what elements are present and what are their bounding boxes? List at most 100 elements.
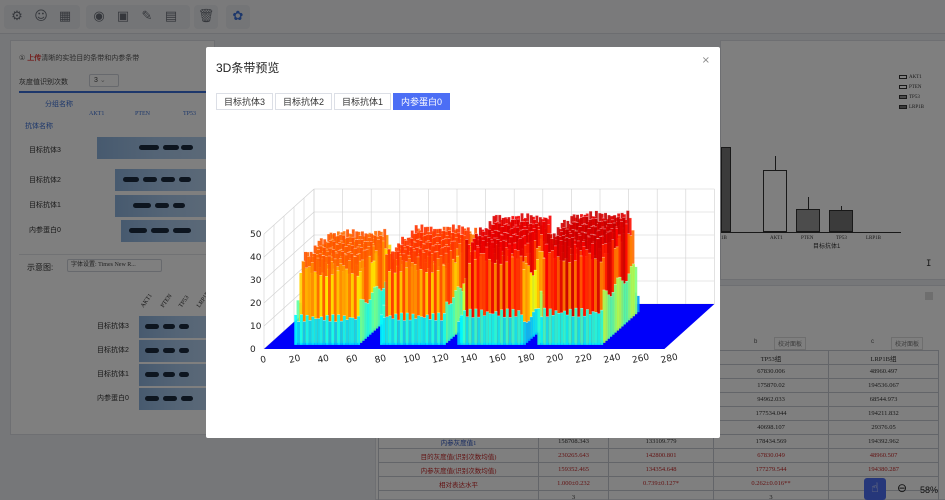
z-tick-label: 30 bbox=[250, 276, 262, 286]
surface-cell bbox=[354, 319, 358, 345]
surface-cell bbox=[580, 308, 584, 345]
surface-cell bbox=[588, 314, 592, 345]
surface-cell bbox=[320, 316, 323, 345]
z-tick-label: 50 bbox=[250, 230, 262, 240]
surface-cell bbox=[460, 315, 464, 345]
surface-cell bbox=[568, 309, 572, 345]
x-tick-label: 60 bbox=[345, 354, 359, 366]
surface-cell bbox=[488, 313, 492, 345]
surface-cell bbox=[537, 308, 541, 345]
surface-cell bbox=[425, 314, 429, 345]
x-tick-label: 40 bbox=[317, 354, 331, 366]
surface-cell bbox=[328, 321, 332, 345]
grid-line bbox=[263, 211, 315, 258]
tab-bar: 目标抗体3 目标抗体2 目标抗体1 内参蛋白0 bbox=[216, 93, 451, 110]
surface-cell bbox=[517, 310, 521, 345]
surface-cell bbox=[480, 309, 484, 345]
tab-2[interactable]: 目标抗体2 bbox=[275, 93, 333, 110]
surface-cell bbox=[508, 317, 512, 345]
surface-cell bbox=[500, 309, 504, 345]
3d-preview-modal: 3D条带预览 × 目标抗体3 目标抗体2 目标抗体1 内参蛋白0 0 20 40 60 80 1… bbox=[206, 47, 720, 438]
surface-cell bbox=[342, 315, 346, 345]
surface-cell bbox=[385, 316, 389, 345]
surface-cell bbox=[523, 321, 526, 345]
surface-cell bbox=[468, 309, 472, 345]
grid-line bbox=[263, 188, 315, 235]
x-tick-label: 220 bbox=[574, 353, 593, 366]
z-tick-label: 0 bbox=[250, 345, 256, 355]
modal-title: 3D条带预览 bbox=[216, 61, 280, 75]
z-tick-label: 40 bbox=[250, 253, 262, 263]
surface-cell bbox=[334, 321, 338, 345]
surface-cell bbox=[557, 313, 561, 345]
surface-cell bbox=[357, 316, 361, 345]
surface-cell bbox=[494, 311, 498, 345]
surface-cell bbox=[308, 320, 312, 345]
surface-cell bbox=[391, 318, 395, 345]
surface-cell bbox=[511, 309, 515, 345]
surface-cell bbox=[543, 308, 546, 345]
surface-cell bbox=[571, 316, 575, 345]
surface-cell bbox=[300, 314, 303, 345]
tab-4[interactable]: 内参蛋白0 bbox=[393, 93, 451, 110]
surface-cell bbox=[485, 311, 489, 345]
surface-cell bbox=[545, 316, 549, 345]
surface-cell bbox=[474, 308, 478, 345]
surface-cell bbox=[554, 310, 558, 345]
surface-cell bbox=[388, 315, 392, 345]
surface-cell bbox=[565, 314, 569, 345]
surface-cell bbox=[380, 314, 383, 345]
surface-cell bbox=[483, 315, 486, 345]
surface-cell bbox=[417, 315, 421, 345]
surface-cell bbox=[477, 317, 481, 345]
x-tick-label: 280 bbox=[660, 353, 679, 366]
surface-cell bbox=[465, 316, 469, 345]
x-tick-label: 200 bbox=[546, 353, 565, 366]
surface-cell bbox=[311, 316, 315, 345]
x-tick-label: 180 bbox=[517, 353, 536, 366]
surface-cell bbox=[594, 312, 598, 345]
surface-cell bbox=[337, 314, 341, 345]
surface-cell bbox=[297, 321, 301, 345]
x-tick-label: 140 bbox=[460, 353, 479, 366]
x-tick-label: 160 bbox=[488, 353, 507, 366]
surface-cell bbox=[345, 319, 349, 345]
z-tick-label: 10 bbox=[250, 322, 262, 332]
surface-cell bbox=[577, 316, 581, 345]
surface-cell bbox=[548, 308, 552, 345]
x-tick-label: 240 bbox=[603, 353, 622, 366]
surface-cell bbox=[574, 308, 578, 345]
tab-1[interactable]: 目标抗体3 bbox=[216, 93, 274, 110]
surface-cell bbox=[422, 317, 426, 345]
surface-cell bbox=[305, 315, 309, 345]
surface-cell bbox=[563, 310, 566, 345]
x-tick-label: 80 bbox=[374, 354, 388, 366]
surface-cell bbox=[322, 320, 326, 345]
surface-cell bbox=[420, 316, 423, 345]
surface-cell bbox=[497, 315, 501, 345]
surface-cell bbox=[294, 314, 298, 345]
surface-cell bbox=[434, 320, 438, 345]
surface-cell bbox=[317, 318, 321, 345]
surface-cell bbox=[560, 312, 564, 345]
surface-cell bbox=[411, 313, 415, 345]
surface-cell bbox=[428, 319, 432, 345]
surface-cell bbox=[405, 312, 409, 345]
x-tick-label: 100 bbox=[403, 353, 422, 366]
x-tick-label: 120 bbox=[431, 353, 450, 366]
x-tick-label: 0 bbox=[260, 355, 268, 366]
surface-cell bbox=[394, 313, 398, 345]
tab-3[interactable]: 目标抗体1 bbox=[334, 93, 392, 110]
surface-cell bbox=[491, 313, 495, 345]
x-tick-label: 260 bbox=[631, 353, 650, 366]
surface-cell bbox=[400, 312, 403, 345]
surface-cell bbox=[597, 313, 601, 345]
surface-cell bbox=[457, 321, 461, 345]
surface-cell bbox=[437, 312, 441, 345]
close-icon[interactable]: × bbox=[702, 55, 710, 66]
surface-cell bbox=[397, 320, 401, 345]
surface-cell bbox=[440, 320, 444, 345]
surface-cell bbox=[505, 308, 509, 345]
surface-cell bbox=[302, 321, 306, 345]
surface-cell bbox=[471, 317, 475, 345]
